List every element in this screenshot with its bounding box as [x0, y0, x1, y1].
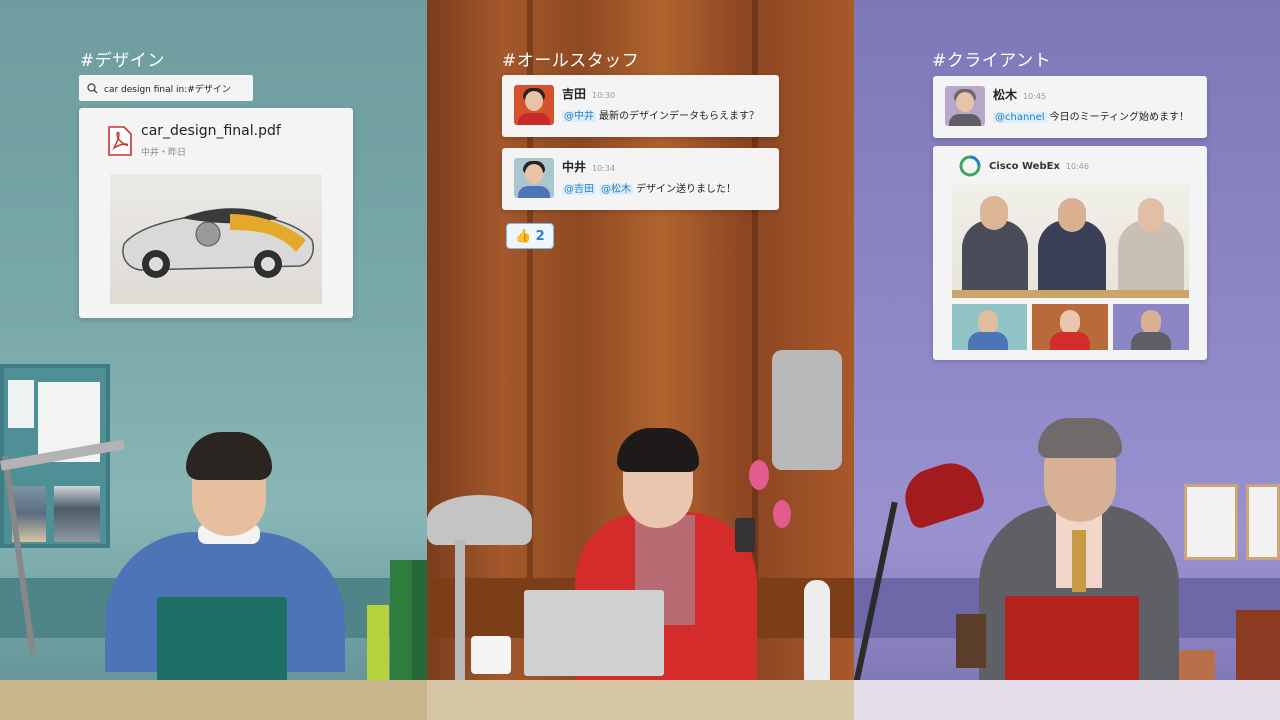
message-text: 今日のミーティング始めます！ — [1049, 112, 1189, 123]
timestamp: 10:45 — [1023, 92, 1047, 101]
car-sketch-image — [122, 208, 314, 278]
channel-title: #オールスタッフ — [502, 51, 640, 71]
mention-tag[interactable]: @channel — [993, 112, 1047, 123]
message-matsuki[interactable]: 松木 10:45 @channel 今日のミーティング始めます！ — [933, 76, 1207, 138]
message-yoshida[interactable]: 吉田 10:30 @中井 最新のデザインデータもらえます？ — [502, 75, 779, 137]
mug — [471, 636, 511, 674]
desk — [0, 680, 427, 720]
timestamp: 10:30 — [592, 91, 616, 100]
channel-title: #デザイン — [80, 51, 165, 71]
vase — [804, 580, 830, 690]
message-text: 最新のデザインデータもらえます？ — [599, 111, 759, 122]
channel-title: #クライアント — [932, 51, 1052, 71]
reaction-count: 2 — [535, 228, 545, 244]
file-preview — [110, 174, 322, 304]
all-staff-channel-panel: #オールスタッフ 吉田 10:30 @中井 最新のデザインデータもらえます？ 中井 1… — [427, 0, 854, 720]
file-name[interactable]: car_design_final.pdf — [141, 123, 281, 139]
search-icon — [87, 82, 98, 93]
message-text: デザイン送りました！ — [636, 184, 736, 195]
timestamp: 10:46 — [1065, 162, 1089, 171]
message-nakai[interactable]: 中井 10:34 @吉田 @松木 デザイン送りました！ — [502, 148, 779, 210]
app-name: Cisco WebEx — [989, 161, 1060, 172]
mention-tag[interactable]: @松木 — [599, 184, 633, 195]
search-input[interactable]: car design final in:#デザイン — [79, 75, 253, 101]
avatar — [514, 85, 554, 125]
floor-lamp — [427, 495, 532, 545]
desk — [854, 680, 1280, 720]
handbag — [772, 350, 842, 470]
avatar — [945, 86, 985, 126]
video-thumbnail-1[interactable] — [952, 304, 1027, 350]
sender-name: 吉田 — [562, 87, 587, 101]
clipboard-chart — [1184, 484, 1238, 560]
webex-meeting-card[interactable]: Cisco WebEx 10:46 — [933, 146, 1207, 360]
coffee-cup — [956, 614, 986, 668]
desk — [427, 680, 854, 720]
avatar — [514, 158, 554, 198]
search-query: car design final in:#デザイン — [104, 84, 231, 95]
mention-tag[interactable]: @吉田 — [562, 184, 596, 195]
thumbs-up-icon: 👍 — [515, 228, 532, 244]
client-channel-panel: #クライアント 松木 10:45 @channel 今日のミーティング始めます！ C… — [854, 0, 1280, 720]
file-meta: 中井・昨日 — [141, 148, 187, 158]
red-desk-lamp — [897, 455, 987, 531]
mention-tag[interactable]: @中井 — [562, 111, 596, 122]
sender-name: 松木 — [993, 88, 1018, 102]
timestamp: 10:34 — [592, 164, 616, 173]
reaction-thumbs-up[interactable]: 👍 2 — [506, 223, 554, 249]
laptop — [1005, 596, 1139, 682]
pdf-icon — [108, 126, 132, 156]
design-channel-panel: #デザイン car design final in:#デザイン car_desi… — [0, 0, 427, 720]
laptop — [157, 597, 287, 683]
video-main-feed[interactable] — [952, 184, 1189, 298]
file-card[interactable]: car_design_final.pdf 中井・昨日 — [79, 108, 353, 318]
video-thumbnail-2[interactable] — [1032, 304, 1108, 350]
binder — [390, 560, 412, 700]
webex-logo-icon — [959, 155, 981, 177]
sender-name: 中井 — [562, 160, 587, 174]
video-thumbnail-3[interactable] — [1113, 304, 1189, 350]
laptop — [524, 590, 664, 676]
